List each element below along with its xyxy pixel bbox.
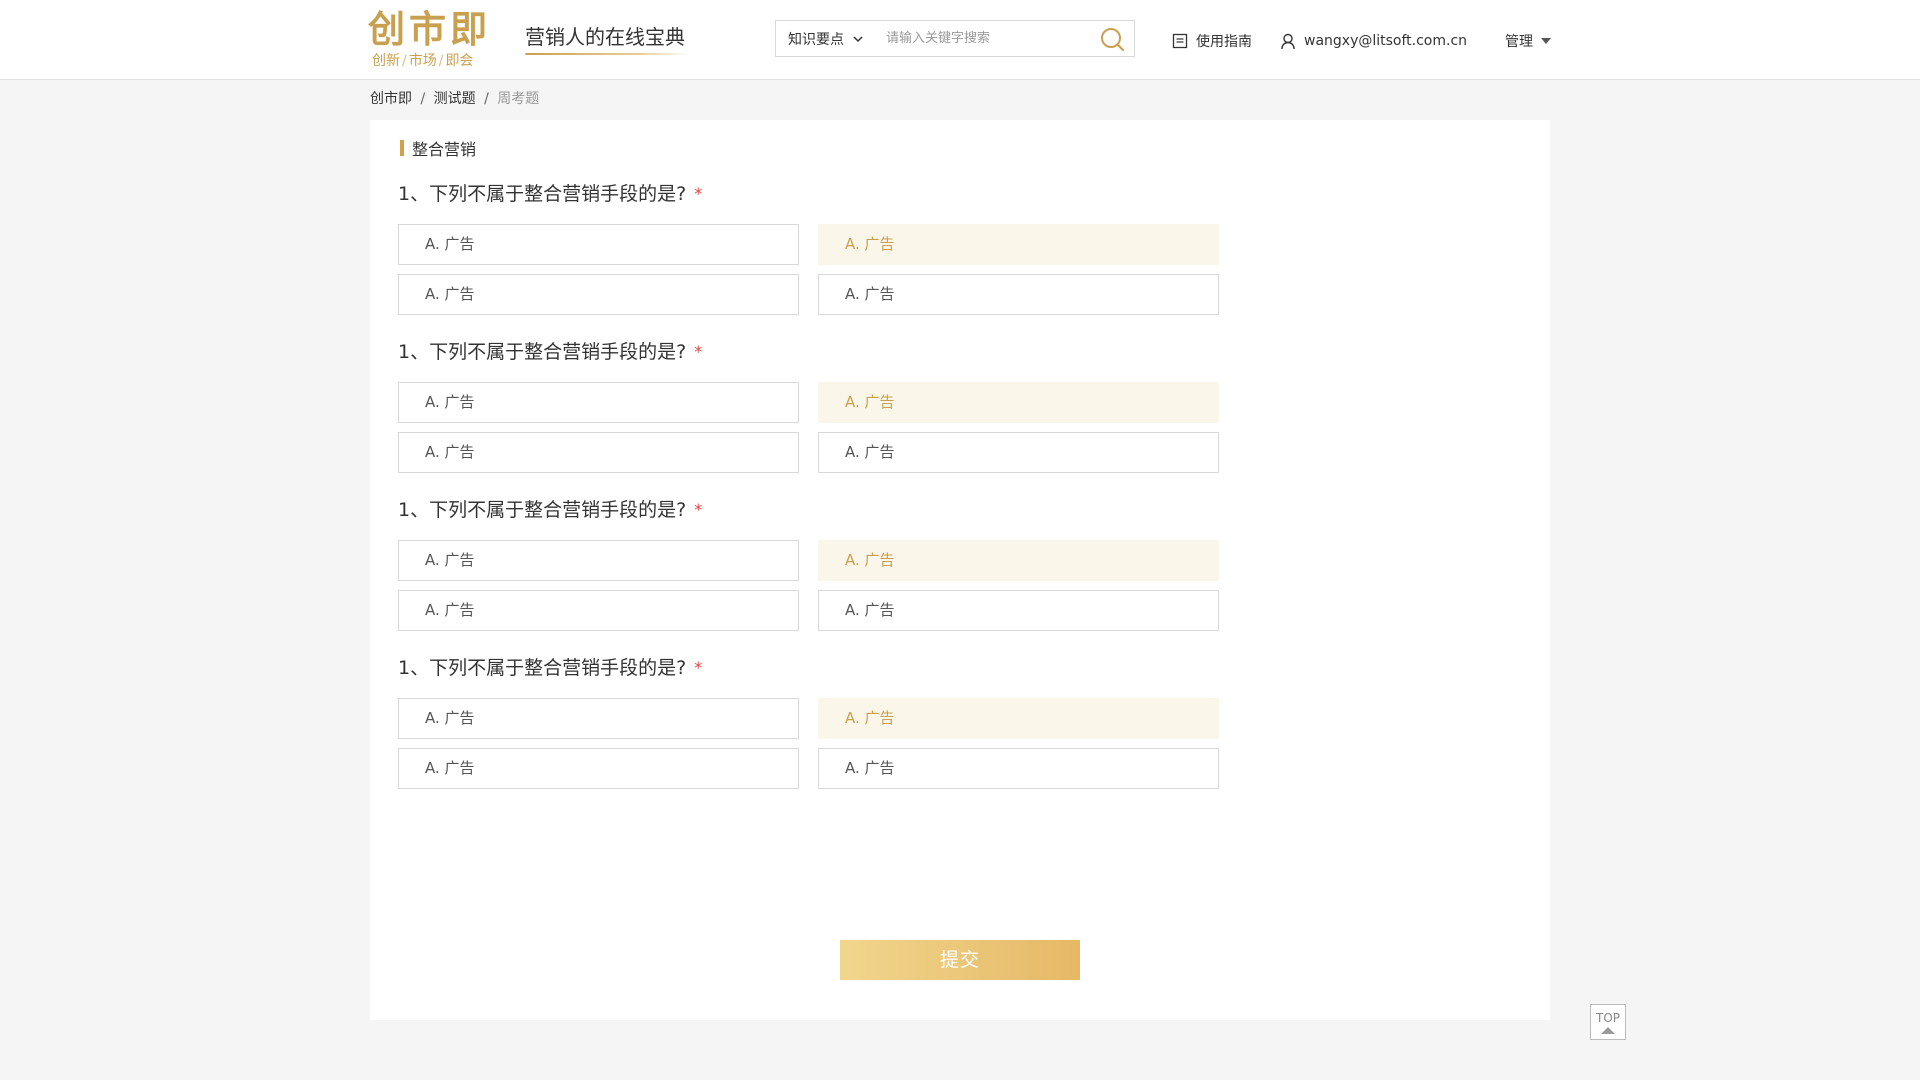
user-icon: [1281, 33, 1295, 49]
option-item[interactable]: A. 广告: [818, 590, 1219, 631]
option-item[interactable]: A. 广告: [818, 748, 1219, 789]
user-guide-label: 使用指南: [1196, 34, 1252, 50]
question-text: 1、下列不属于整合营销手段的是?: [398, 499, 687, 521]
site-logo[interactable]: 创市即 创新 / 市场 / 即会: [368, 8, 494, 72]
arrow-up-icon: [1601, 1027, 1615, 1034]
option-group: A. 广告 A. 广告 A. 广告 A. 广告: [398, 540, 1219, 632]
option-item[interactable]: A. 广告: [818, 274, 1219, 315]
question-title: 1、下列不属于整合营销手段的是? *: [398, 496, 1298, 524]
logo-tagline: 创新 / 市场 / 即会: [372, 52, 473, 70]
search-bar: 知识要点: [775, 20, 1135, 57]
user-email: wangxy@litsoft.com.cn: [1304, 33, 1468, 49]
required-mark: *: [694, 184, 703, 203]
manage-label: 管理: [1505, 34, 1533, 50]
site-header: 创市即 创新/市场/即会 营销人的在线宝典 知识要点 使用指南: [0, 0, 1920, 80]
required-mark: *: [694, 342, 703, 361]
option-item[interactable]: A. 广告: [398, 224, 799, 265]
breadcrumb-sep: /: [484, 91, 489, 107]
manage-dropdown[interactable]: 管理: [1505, 30, 1551, 52]
search-category-select[interactable]: 知识要点: [776, 21, 876, 56]
question-title: 1、下列不属于整合营销手段的是? *: [398, 180, 1298, 208]
option-item[interactable]: A. 广告: [818, 224, 1219, 265]
required-mark: *: [694, 500, 703, 519]
breadcrumb-sep: /: [420, 91, 426, 107]
question-block: 1、下列不属于整合营销手段的是? * A. 广告 A. 广告 A. 广告 A. 广…: [398, 338, 1298, 474]
option-item[interactable]: A. 广告: [818, 382, 1219, 423]
breadcrumb-home[interactable]: 创市即: [370, 91, 412, 107]
slogan-underline: [525, 53, 690, 55]
option-item[interactable]: A. 广告: [398, 274, 799, 315]
document-icon: [1172, 33, 1188, 49]
logo-tagline-part: 即会: [445, 53, 474, 69]
logo-tagline-part: 市场: [408, 53, 437, 69]
search-category-label: 知识要点: [788, 31, 844, 48]
option-item[interactable]: A. 广告: [818, 698, 1219, 739]
logo-tagline-part: 创新: [372, 53, 400, 69]
breadcrumb-current: 周考题: [497, 91, 540, 107]
required-mark: *: [694, 658, 703, 677]
back-to-top-label: TOP: [1595, 1011, 1620, 1025]
option-item[interactable]: A. 广告: [398, 698, 799, 739]
option-group: A. 广告 A. 广告 A. 广告 A. 广告: [398, 382, 1219, 474]
user-account-link[interactable]: wangxy@litsoft.com.cn: [1280, 30, 1467, 52]
option-item[interactable]: A. 广告: [818, 432, 1219, 473]
option-item[interactable]: A. 广告: [398, 382, 799, 423]
breadcrumb: 创市即 / 测试题 / 周考题: [370, 89, 539, 109]
question-block: 1、下列不属于整合营销手段的是? * A. 广告 A. 广告 A. 广告 A. 广…: [398, 654, 1298, 790]
chevron-down-icon: [853, 35, 863, 42]
option-group: A. 广告 A. 广告 A. 广告 A. 广告: [398, 698, 1219, 790]
option-item[interactable]: A. 广告: [398, 748, 799, 789]
option-item[interactable]: A. 广告: [818, 540, 1219, 581]
section-title-text: 整合营销: [412, 140, 477, 159]
breadcrumb-tests[interactable]: 测试题: [434, 91, 476, 107]
question-text: 1、下列不属于整合营销手段的是?: [398, 183, 687, 205]
search-icon[interactable]: [1098, 25, 1126, 53]
question-block: 1、下列不属于整合营销手段的是? * A. 广告 A. 广告 A. 广告 A. 广…: [398, 496, 1298, 632]
caret-down-icon: [1541, 38, 1551, 44]
option-item[interactable]: A. 广告: [398, 540, 799, 581]
site-slogan: 营销人的在线宝典: [525, 25, 685, 49]
back-to-top-button[interactable]: TOP: [1590, 1004, 1626, 1040]
user-guide-link[interactable]: 使用指南: [1172, 30, 1252, 52]
submit-button[interactable]: 提交: [840, 940, 1080, 980]
option-item[interactable]: A. 广告: [398, 432, 799, 473]
logo-main-text: 创市即: [368, 8, 491, 51]
section-title-bar: [400, 140, 404, 156]
logo-tagline-sep: /: [402, 53, 407, 69]
question-text: 1、下列不属于整合营销手段的是?: [398, 341, 687, 363]
question-text: 1、下列不属于整合营销手段的是?: [398, 657, 687, 679]
question-title: 1、下列不属于整合营销手段的是? *: [398, 338, 1298, 366]
logo-tagline-sep: /: [438, 53, 444, 69]
question-title: 1、下列不属于整合营销手段的是? *: [398, 654, 1298, 682]
section-title: 整合营销: [400, 138, 477, 159]
quiz-card: 整合营销 1、下列不属于整合营销手段的是? * A. 广告 A. 广告 A. 广告…: [370, 120, 1550, 1020]
question-block: 1、下列不属于整合营销手段的是? * A. 广告 A. 广告 A. 广告 A. 广…: [398, 180, 1298, 316]
option-group: A. 广告 A. 广告 A. 广告 A. 广告: [398, 224, 1219, 316]
option-item[interactable]: A. 广告: [398, 590, 799, 631]
search-input[interactable]: [886, 21, 1086, 56]
